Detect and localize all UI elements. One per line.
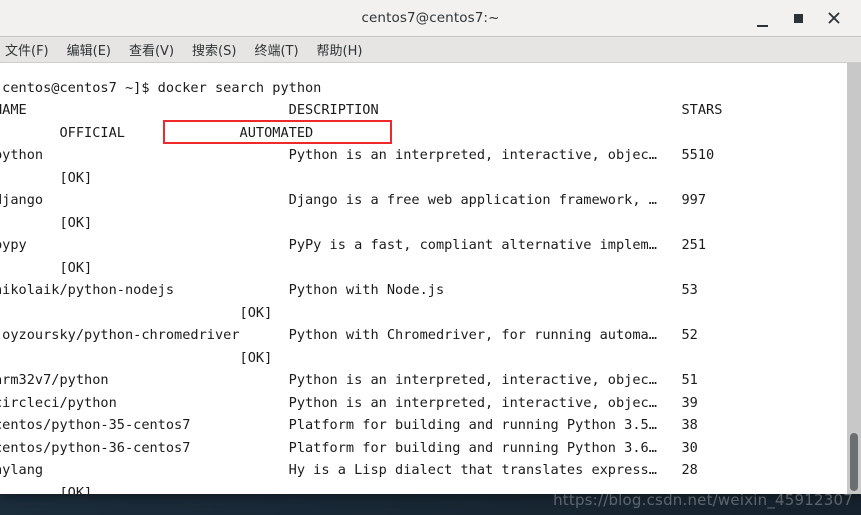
minimize-icon[interactable] [751, 5, 773, 31]
menu-item-search[interactable]: 搜索(S) [183, 38, 245, 62]
terminal-scrollbar[interactable] [847, 63, 861, 494]
menu-item-terminal[interactable]: 终端(T) [245, 38, 307, 62]
watermark: https://blog.csdn.net/weixin_45912307 [553, 491, 853, 509]
menu-bar: 文件(F) 编辑(E) 查看(V) 搜索(S) 终端(T) 帮助(H) [0, 37, 861, 63]
close-icon[interactable] [823, 7, 845, 29]
window-title: centos7@centos7:~ [361, 10, 500, 26]
terminal-scrollbar-thumb[interactable] [850, 433, 858, 491]
maximize-icon[interactable] [787, 7, 809, 29]
window-title-bar[interactable]: centos7@centos7:~ [0, 0, 861, 37]
menu-item-edit[interactable]: 编辑(E) [58, 38, 120, 62]
window-controls [751, 5, 861, 31]
terminal-text: [centos@centos7 ~]$ docker search python… [0, 79, 723, 494]
menu-item-view[interactable]: 查看(V) [120, 38, 183, 62]
menu-item-help[interactable]: 帮助(H) [308, 38, 372, 62]
terminal-window: centos7@centos7:~ 文件(F) 编辑(E) 查看(V) 搜索(S… [0, 0, 861, 494]
menu-item-file[interactable]: 文件(F) [0, 38, 58, 62]
terminal-output-area[interactable]: [centos@centos7 ~]$ docker search python… [0, 63, 861, 494]
